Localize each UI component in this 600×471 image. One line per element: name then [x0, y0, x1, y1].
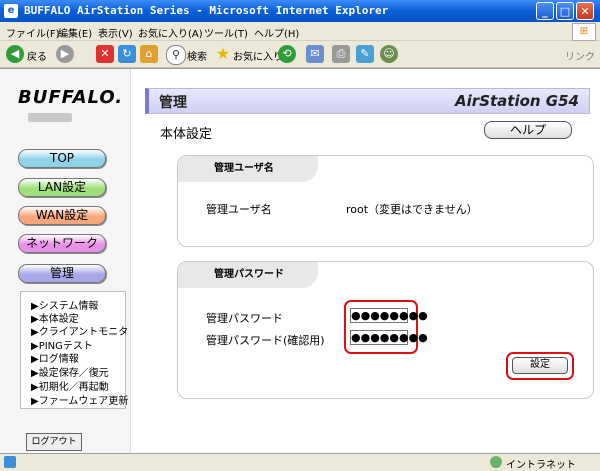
status-bar: イントラネット: [0, 453, 600, 471]
admin-user-value: root（変更はできません）: [346, 203, 478, 216]
maximize-button[interactable]: □: [556, 2, 574, 20]
page-title: 本体設定: [160, 127, 213, 142]
submenu-item[interactable]: ▶ログ情報: [31, 350, 79, 365]
nav-top-label: TOP: [49, 151, 74, 165]
window-title: BUFFALO AirStation Series - Microsoft In…: [24, 4, 389, 17]
password-confirm-input[interactable]: ●●●●●●●●: [350, 330, 428, 345]
buffalo-logo: BUFFALO.: [18, 87, 124, 108]
messenger-icon[interactable]: ☺: [380, 45, 398, 63]
nav-wan-button[interactable]: WAN設定: [18, 206, 106, 225]
menu-help[interactable]: ヘルプ(H): [254, 25, 299, 40]
left-nav-pane: BUFFALO. TOP LAN設定 WAN設定 ネットワーク 管理 ▶システム…: [0, 69, 131, 454]
menu-view[interactable]: 表示(V): [98, 25, 133, 40]
page-status-icon: [4, 456, 16, 468]
security-zone-label: イントラネット: [506, 460, 576, 471]
nav-wan-label: WAN設定: [35, 208, 89, 222]
product-logo: AirStation G54: [455, 92, 579, 110]
window-title-bar: e BUFFALO AirStation Series - Microsoft …: [0, 0, 600, 22]
serial-redacted: [28, 113, 72, 122]
refresh-icon[interactable]: ↻: [118, 45, 136, 63]
favorites-star-icon[interactable]: ★: [214, 45, 232, 63]
password-input[interactable]: ●●●●●●●●: [350, 308, 428, 323]
menu-tools[interactable]: ツール(T): [204, 25, 248, 40]
password-confirm-label: 管理パスワード(確認用): [206, 334, 325, 347]
menu-file[interactable]: ファイル(F): [6, 25, 60, 40]
logout-button[interactable]: ログアウト: [26, 433, 82, 451]
forward-icon[interactable]: ▶: [56, 45, 74, 63]
submenu-item[interactable]: ▶ファームウェア更新: [31, 392, 128, 407]
admin-password-panel: 管理パスワード 管理パスワード 管理パスワード(確認用) ●●●●●●●● ●●…: [177, 261, 594, 399]
nav-network-label: ネットワーク: [25, 236, 98, 250]
password-label: 管理パスワード: [206, 312, 283, 325]
stop-icon[interactable]: ✕: [96, 45, 114, 63]
nav-lan-button[interactable]: LAN設定: [18, 178, 106, 197]
edit-icon[interactable]: ✎: [356, 45, 374, 63]
nav-admin-button[interactable]: 管理: [18, 264, 106, 283]
print-icon[interactable]: ⎙: [332, 45, 350, 63]
history-icon[interactable]: ⟲: [278, 45, 296, 63]
home-icon[interactable]: ⌂: [140, 45, 158, 63]
mail-icon[interactable]: ✉: [306, 45, 324, 63]
admin-user-label: 管理ユーザ名: [206, 203, 272, 216]
intranet-zone-icon: [490, 456, 502, 468]
favorites-label[interactable]: お気に入り: [233, 48, 283, 63]
back-label[interactable]: 戻る: [27, 48, 47, 63]
nav-lan-label: LAN設定: [37, 180, 87, 194]
close-button[interactable]: ✕: [576, 2, 594, 20]
page-content: BUFFALO. TOP LAN設定 WAN設定 ネットワーク 管理 ▶システム…: [0, 68, 600, 454]
submenu-item[interactable]: ▶クライアントモニタ: [31, 323, 128, 338]
toolbar: ◀ 戻る ▶ ✕ ↻ ⌂ ⚲ 検索 ★ お気に入り ⟲ ✉ ⎙ ✎ ☺ リンク: [0, 41, 600, 68]
minimize-button[interactable]: _: [536, 2, 554, 20]
nav-admin-label: 管理: [49, 266, 74, 280]
submit-button[interactable]: 設定: [512, 357, 568, 374]
nav-network-button[interactable]: ネットワーク: [18, 234, 106, 253]
windows-logo-icon: ⊞: [572, 23, 596, 41]
ie-app-icon: e: [4, 4, 18, 18]
help-button[interactable]: ヘルプ: [484, 121, 572, 139]
links-label[interactable]: リンク: [565, 48, 595, 63]
search-icon[interactable]: ⚲: [166, 45, 186, 65]
admin-user-heading: 管理ユーザ名: [178, 156, 318, 182]
admin-password-heading: 管理パスワード: [178, 262, 318, 288]
menu-edit[interactable]: 編集(E): [58, 25, 92, 40]
submenu-item[interactable]: ▶初期化／再起動: [31, 378, 109, 393]
menu-bar: ファイル(F) 編集(E) 表示(V) お気に入り(A) ツール(T) ヘルプ(…: [0, 22, 600, 41]
admin-submenu: ▶システム情報 ▶本体設定 ▶クライアントモニタ ▶PINGテスト ▶ログ情報 …: [20, 291, 128, 409]
back-icon[interactable]: ◀: [6, 45, 24, 63]
nav-top-button[interactable]: TOP: [18, 149, 106, 168]
section-header-bar: 管理 AirStation G54: [145, 88, 590, 114]
search-label[interactable]: 検索: [187, 48, 207, 63]
menu-favorites[interactable]: お気に入り(A): [138, 25, 203, 40]
submenu-item[interactable]: ▶設定保存／復元: [31, 364, 109, 379]
section-title: 管理: [159, 95, 187, 111]
admin-user-panel: 管理ユーザ名 管理ユーザ名 root（変更はできません）: [177, 155, 594, 247]
